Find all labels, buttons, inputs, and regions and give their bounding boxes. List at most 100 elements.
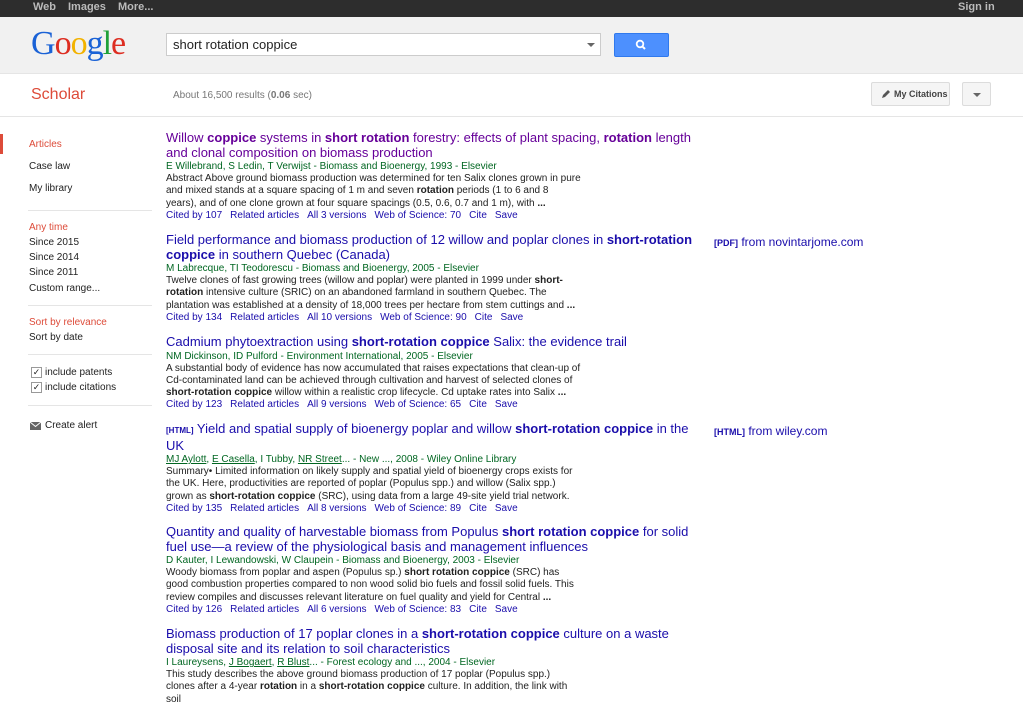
result-link[interactable]: Save [495, 210, 518, 221]
scholar-title[interactable]: Scholar [31, 86, 85, 104]
result-title-link[interactable]: Field performance and biomass production… [166, 232, 696, 262]
sort-by-relevance[interactable]: Sort by relevance [29, 317, 107, 329]
settings-menu-button[interactable] [962, 82, 991, 106]
sidebar-item-articles[interactable]: Articles [29, 139, 62, 151]
result-snippet: Twelve clones of fast growing trees (wil… [166, 275, 576, 311]
search-button[interactable] [614, 33, 669, 57]
result-title-link[interactable]: Cadmium phytoextraction using short-rota… [166, 334, 696, 350]
result-authors: MJ Aylott, E Casella, I Tubby, NR Street… [166, 454, 517, 465]
logo-letter: l [102, 25, 113, 62]
logo-letter: o [54, 25, 72, 62]
result-link[interactable]: Related articles [230, 604, 299, 615]
stats-suffix: sec) [290, 90, 312, 101]
sidebar-divider [28, 354, 152, 355]
result-link[interactable]: Save [495, 604, 518, 615]
result-link[interactable]: Cite [469, 604, 487, 615]
sidebar-item-case-law[interactable]: Case law [29, 161, 70, 173]
result-authors: NM Dickinson, ID Pulford - Environment I… [166, 350, 473, 362]
result-link[interactable]: All 9 versions [307, 399, 366, 410]
sign-in-link[interactable]: Sign in [958, 0, 995, 14]
sidebar-item-my-library[interactable]: My library [29, 183, 72, 195]
envelope-icon [30, 422, 41, 430]
top-navigation-bar: Web Images More... Sign in [0, 0, 1023, 17]
result-links: Cited by 107 Related articles All 3 versio… [166, 210, 696, 222]
dropdown-arrow-icon[interactable] [587, 43, 595, 47]
google-logo[interactable]: Google [31, 24, 126, 64]
stats-time: 0.06 [270, 90, 291, 101]
result-link[interactable]: Related articles [230, 312, 299, 323]
result-authors: D Kauter, I Lewandowski, W Claupein - Bi… [166, 555, 520, 566]
result-title-link[interactable]: Willow coppice systems in short rotation… [166, 130, 696, 160]
result-link[interactable]: Web of Science: 89 [375, 503, 462, 514]
pdf-tag: [PDF] [714, 238, 738, 248]
result-link[interactable]: Web of Science: 90 [380, 312, 467, 323]
include-patents-checkbox[interactable]: ✓ [31, 367, 42, 378]
logo-letter: o [70, 25, 88, 62]
result-snippet: This study describes the above ground bi… [166, 669, 568, 705]
filter-custom-range[interactable]: Custom range... [29, 283, 100, 295]
result-link[interactable]: Cited by 107 [166, 210, 222, 221]
images-link[interactable]: Images [68, 0, 106, 14]
filter-since-2015[interactable]: Since 2015 [29, 237, 79, 249]
result-link[interactable]: Save [495, 399, 518, 410]
sidebar-divider [28, 305, 152, 306]
sort-by-date[interactable]: Sort by date [29, 332, 83, 344]
result-link[interactable]: Related articles [230, 399, 299, 410]
html-source-text: from wiley.com [745, 424, 828, 438]
result-link[interactable]: Cited by 123 [166, 399, 222, 410]
filter-any-time[interactable]: Any time [29, 222, 68, 234]
chevron-down-icon [973, 93, 981, 97]
search-result: Quantity and quality of harvestable biom… [166, 524, 696, 616]
result-link[interactable]: Save [495, 503, 518, 514]
result-authors: M Labrecque, TI Teodorescu - Biomass and… [166, 263, 479, 274]
result-link[interactable]: Cite [475, 312, 493, 323]
result-link[interactable]: Cited by 126 [166, 604, 222, 615]
result-link[interactable]: Cite [469, 503, 487, 514]
result-link[interactable]: Cite [469, 210, 487, 221]
web-link[interactable]: Web [33, 0, 56, 14]
result-links: Cited by 126 Related articles All 6 versio… [166, 604, 696, 616]
result-snippet: Woody biomass from poplar and aspen (Pop… [166, 567, 574, 603]
result-link[interactable]: Web of Science: 65 [375, 399, 462, 410]
result-link[interactable]: Web of Science: 70 [375, 210, 462, 221]
result-link[interactable]: Cited by 134 [166, 312, 222, 323]
result-link[interactable]: Web of Science: 83 [375, 604, 462, 615]
result-title-link[interactable]: [HTML] Yield and spatial supply of bioen… [166, 421, 696, 453]
result-authors: I Laureysens, J Bogaert, R Blust... - Fo… [166, 657, 496, 668]
result-link[interactable]: All 8 versions [307, 503, 366, 514]
result-title-link[interactable]: Biomass production of 17 poplar clones i… [166, 626, 696, 656]
filter-since-2011[interactable]: Since 2011 [29, 267, 78, 279]
my-citations-button[interactable]: My Citations [871, 82, 950, 106]
search-input[interactable]: short rotation coppice [166, 33, 601, 56]
result-link[interactable]: Cited by 135 [166, 503, 222, 514]
search-result: Field performance and biomass production… [166, 232, 696, 324]
search-result: Cadmium phytoextraction using short-rota… [166, 334, 696, 411]
result-link[interactable]: Cite [469, 399, 487, 410]
include-citations-label[interactable]: include citations [45, 382, 116, 394]
html-source-link[interactable]: [HTML] from wiley.com [714, 424, 827, 438]
result-snippet: A substantial body of evidence has now a… [166, 362, 581, 399]
result-links: Cited by 135 Related articles All 8 versio… [166, 503, 696, 515]
pencil-icon [882, 90, 890, 98]
result-title-link[interactable]: Quantity and quality of harvestable biom… [166, 524, 696, 554]
search-header: Google short rotation coppice [0, 17, 1023, 74]
result-snippet: Summary• Limited information on likely s… [166, 466, 573, 502]
result-snippet: Abstract Above ground biomass production… [166, 173, 581, 209]
pdf-source-link[interactable]: [PDF] from novintarjome.com [714, 235, 863, 249]
search-icon [635, 39, 646, 50]
include-patents-label[interactable]: include patents [45, 367, 112, 379]
scholar-toolbar: Scholar About 16,500 results (0.06 sec) … [0, 74, 1023, 117]
result-link[interactable]: Save [500, 312, 523, 323]
result-link[interactable]: All 6 versions [307, 604, 366, 615]
pdf-source-text: from novintarjome.com [738, 235, 864, 249]
result-link[interactable]: All 10 versions [307, 312, 372, 323]
result-link[interactable]: Related articles [230, 503, 299, 514]
html-tag: [HTML] [714, 427, 745, 437]
filter-since-2014[interactable]: Since 2014 [29, 252, 79, 264]
include-citations-checkbox[interactable]: ✓ [31, 382, 42, 393]
my-citations-label: My Citations [894, 89, 948, 99]
more-link[interactable]: More... [118, 0, 153, 14]
result-link[interactable]: Related articles [230, 210, 299, 221]
create-alert-link[interactable]: Create alert [45, 420, 97, 432]
result-link[interactable]: All 3 versions [307, 210, 366, 221]
